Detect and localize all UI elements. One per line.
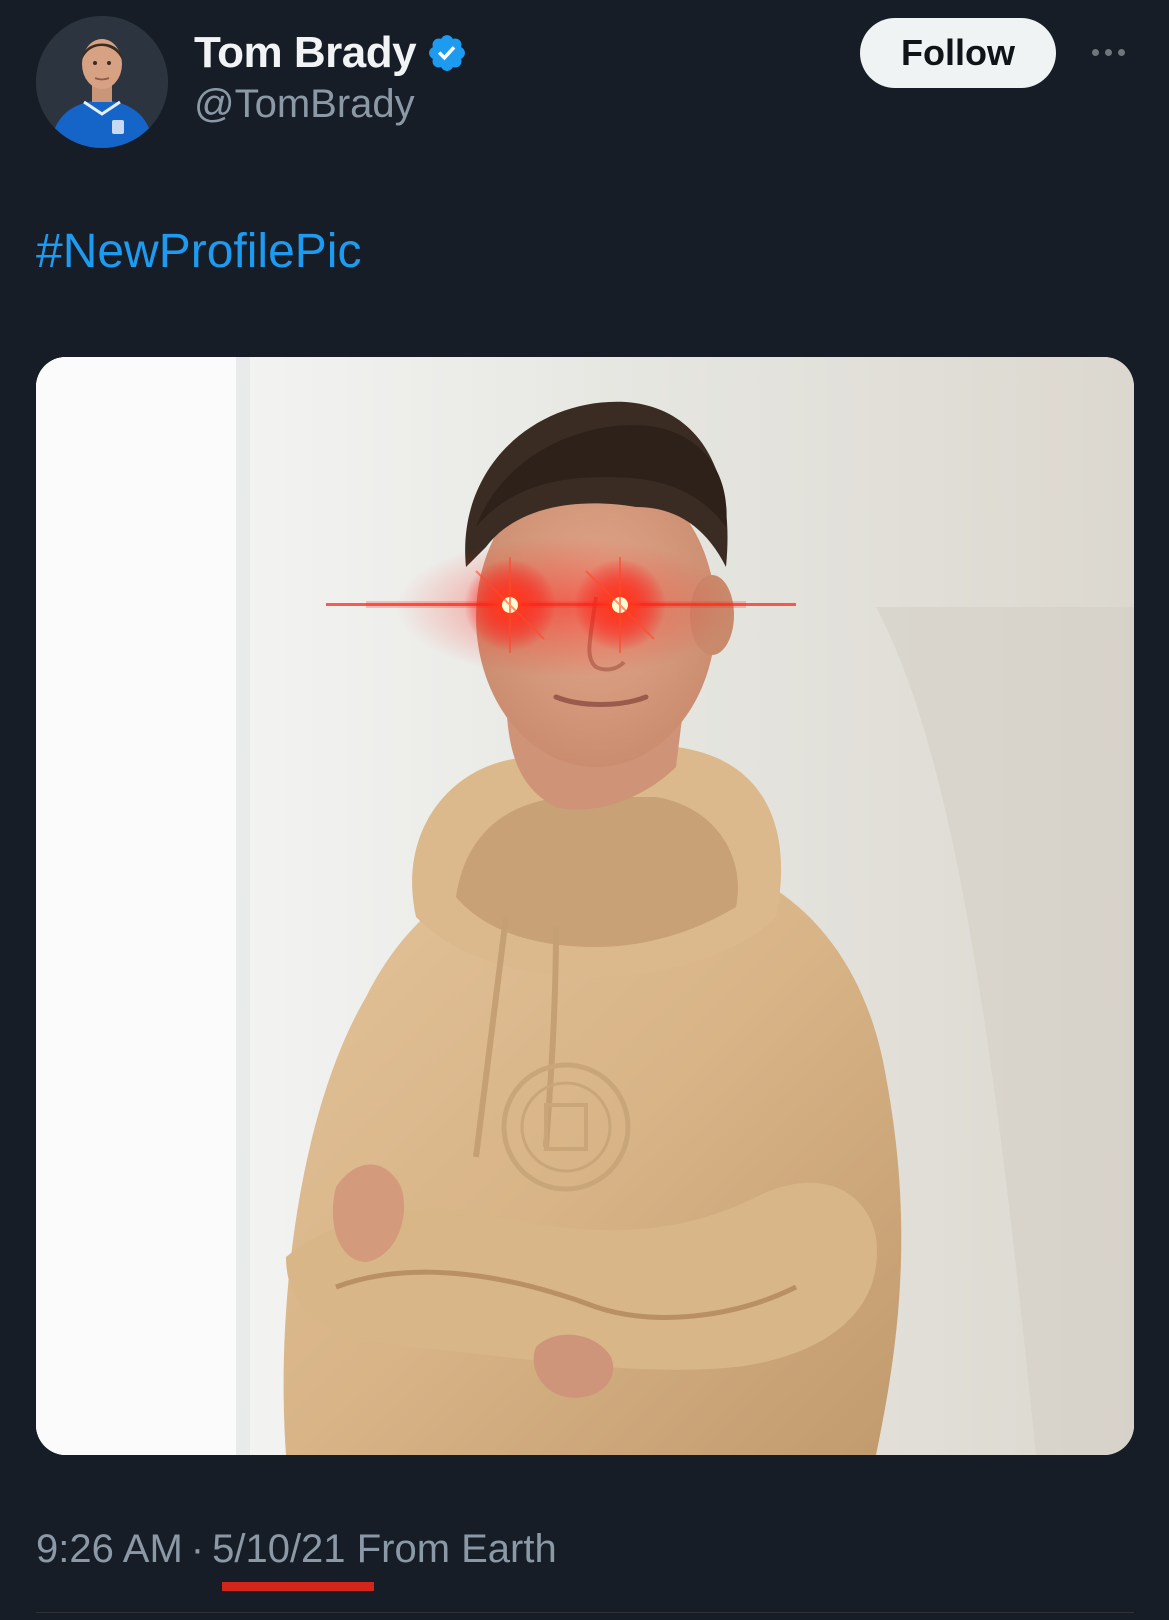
verified-badge-icon[interactable]	[426, 32, 468, 74]
display-name[interactable]: Tom Brady	[194, 28, 417, 78]
tweet-media[interactable]	[36, 357, 1134, 1455]
divider	[36, 1612, 1134, 1613]
media-photo	[36, 357, 1134, 1455]
author-info: Tom Brady @TomBrady	[194, 28, 468, 127]
avatar[interactable]	[36, 16, 168, 148]
meta-separator: ·	[190, 1527, 205, 1571]
name-row: Tom Brady	[194, 28, 468, 78]
tweet-meta: 9:26 AM · 5/10/21 From Earth	[36, 1527, 557, 1572]
tweet-detail: Tom Brady @TomBrady Follow #NewProfilePi…	[0, 0, 1169, 1620]
dot	[1117, 48, 1125, 56]
dot	[1104, 48, 1112, 56]
tweet-date[interactable]: 5/10/21	[212, 1527, 345, 1571]
follow-button[interactable]: Follow	[860, 18, 1056, 88]
date-highlight-underline	[222, 1582, 374, 1591]
more-options-icon[interactable]	[1080, 36, 1136, 68]
avatar-photo	[36, 16, 168, 148]
tweet-source: From Earth	[356, 1527, 557, 1571]
hashtag-link[interactable]: #NewProfilePic	[36, 224, 361, 279]
dot	[1091, 48, 1099, 56]
handle[interactable]: @TomBrady	[194, 82, 468, 127]
tweet-time[interactable]: 9:26 AM	[36, 1527, 183, 1571]
